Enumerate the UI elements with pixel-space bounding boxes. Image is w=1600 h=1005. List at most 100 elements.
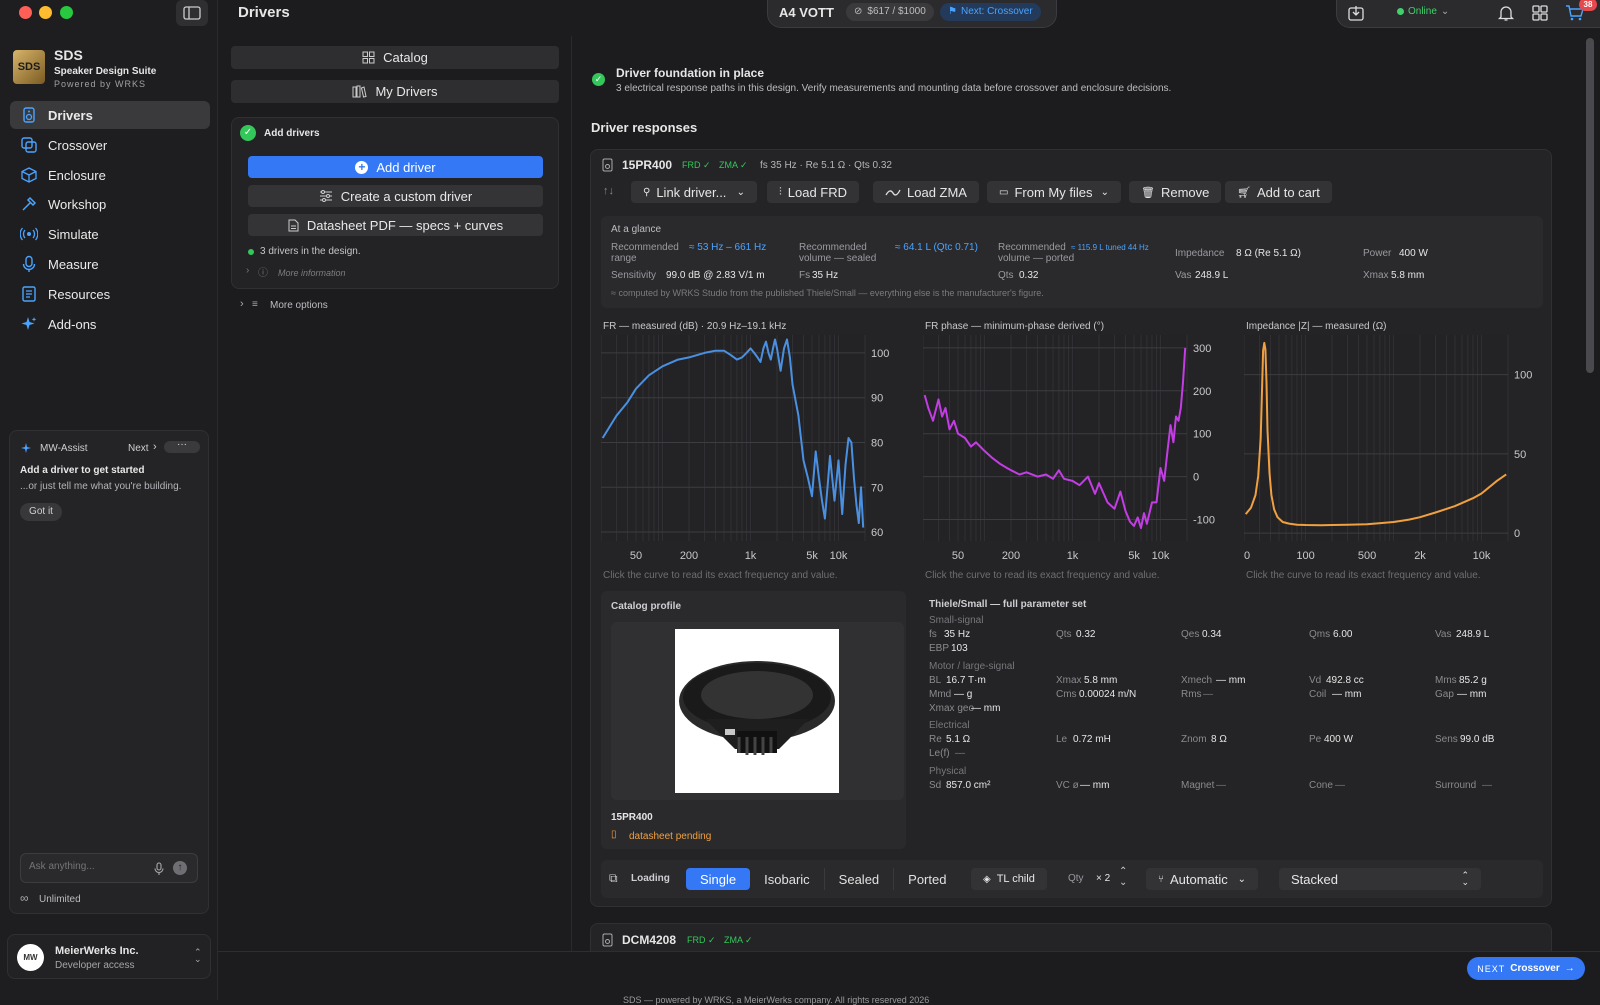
- sidebar-toggle-icon[interactable]: [176, 0, 208, 26]
- assist-more-button[interactable]: ···: [164, 440, 200, 453]
- impedance-label: Impedance: [1175, 248, 1225, 259]
- account-switcher[interactable]: MW MeierWerks Inc. Developer access ⌃ ⌄: [7, 934, 211, 979]
- coin-icon: ⊘: [854, 6, 863, 17]
- assist-title: Add a driver to get started: [20, 465, 145, 476]
- tl-child-label: TL child: [996, 873, 1035, 885]
- list-icon: ≡: [252, 299, 258, 310]
- sidebar-item-enclosure[interactable]: Enclosure: [10, 161, 210, 189]
- sidebar-item-crossover[interactable]: Crossover: [10, 131, 210, 159]
- sidebar-item-label: Add-ons: [48, 316, 97, 332]
- ts-mmd-value: — g: [954, 689, 973, 700]
- loading-sealed[interactable]: Sealed: [825, 868, 895, 890]
- load-frd-button[interactable]: ⫶ Load FRD: [767, 181, 859, 203]
- speaker-icon: [602, 158, 613, 172]
- qty-stepper[interactable]: ⌃ ⌄: [1119, 866, 1127, 888]
- datasheet-pending-link[interactable]: datasheet pending: [629, 831, 711, 842]
- driver-name: 15PR400: [622, 158, 673, 172]
- phase-chart[interactable]: -100 0 100 200 300 50 200 1k 5k 10k: [923, 335, 1229, 567]
- ts-coil-value: — mm: [1332, 689, 1362, 700]
- sidebar-item-resources[interactable]: Resources: [10, 280, 210, 308]
- my-drivers-button[interactable]: My Drivers: [231, 80, 559, 103]
- plan-label: Unlimited: [39, 894, 81, 905]
- add-to-cart-button[interactable]: 🛒︎ Add to cart: [1225, 181, 1332, 203]
- plus-circle-icon: +: [355, 160, 369, 174]
- assist-next-link[interactable]: Next: [128, 443, 149, 454]
- more-options-link[interactable]: More options: [270, 300, 328, 311]
- x-tick-label: 100: [1296, 550, 1314, 562]
- next-crossover-button[interactable]: NEXT Crossover →: [1467, 957, 1585, 980]
- y-tick-label: 50: [1514, 449, 1526, 461]
- catalog-button[interactable]: Catalog: [231, 46, 559, 69]
- infinity-icon: ∞: [20, 891, 29, 905]
- ts-znom-key: Znom: [1181, 734, 1207, 745]
- x-tick-label: 200: [680, 550, 698, 562]
- automatic-dropdown[interactable]: ⑂ Automatic ⌄: [1146, 868, 1258, 890]
- sidebar-item-label: Workshop: [48, 196, 107, 212]
- remove-button[interactable]: 🗑︎ Remove: [1129, 181, 1222, 203]
- send-icon[interactable]: ↑: [173, 861, 187, 875]
- impedance-chart[interactable]: 0 50 100 20 100 500 2k 10k: [1244, 335, 1550, 567]
- from-my-files-dropdown[interactable]: ▭ From My files ⌄: [987, 181, 1121, 203]
- project-pill[interactable]: A4 VOTT ⊘ $617 / $1000 ⚑ Next: Crossover: [767, 0, 1057, 28]
- ts-sd-key: Sd: [929, 780, 942, 791]
- loading-segmented: Single Isobaric Sealed Ported: [686, 868, 960, 890]
- tl-child-button[interactable]: ◈ TL child: [971, 868, 1047, 890]
- download-icon[interactable]: [1347, 4, 1365, 22]
- close-window-button[interactable]: [19, 6, 32, 19]
- y-tick-label: 90: [871, 393, 883, 405]
- reorder-icon[interactable]: ↑↓: [603, 185, 614, 197]
- y-tick-label: 200: [1193, 386, 1211, 398]
- vas-value: 248.9 L: [1195, 270, 1229, 281]
- microphone-icon[interactable]: [153, 862, 165, 876]
- sidebar-item-drivers[interactable]: Drivers: [10, 101, 210, 129]
- load-zma-button[interactable]: Load ZMA: [873, 181, 979, 203]
- phase-chart-hint: Click the curve to read its exact freque…: [925, 570, 1160, 581]
- next-step-chip[interactable]: ⚑ Next: Crossover: [940, 3, 1041, 21]
- sidebar-item-addons[interactable]: Add-ons: [10, 310, 210, 338]
- chevron-updown-icon: ⌃ ⌄: [1461, 870, 1469, 887]
- stacked-select[interactable]: Stacked ⌃ ⌄: [1279, 868, 1481, 890]
- grid-icon[interactable]: [1531, 4, 1549, 22]
- ts-gap-value: — mm: [1457, 689, 1487, 700]
- x-tick-label: 10k: [1473, 550, 1491, 562]
- automatic-label: Automatic: [1170, 871, 1228, 887]
- create-custom-driver-button[interactable]: Create a custom driver: [248, 185, 543, 207]
- frd-badge: FRD ✓: [682, 160, 711, 170]
- fr-chart[interactable]: 60 70 80 90 100 50 200 1k 5k 10k: [601, 335, 907, 567]
- next-target: Crossover: [1510, 963, 1560, 974]
- datasheet-pdf-label: Datasheet PDF — specs + curves: [306, 217, 504, 233]
- status-selector[interactable]: Online ⌄: [1397, 6, 1449, 17]
- datasheet-pdf-button[interactable]: Datasheet PDF — specs + curves: [248, 214, 543, 236]
- assist-input[interactable]: [29, 861, 147, 872]
- ts-section-electrical: Electrical: [929, 720, 970, 731]
- impedance-chart-hint: Click the curve to read its exact freque…: [1246, 570, 1481, 581]
- sidebar-item-simulate[interactable]: Simulate: [10, 220, 210, 248]
- bell-icon[interactable]: [1497, 4, 1515, 22]
- sidebar-item-workshop[interactable]: Workshop: [10, 190, 210, 218]
- loading-ported[interactable]: Ported: [894, 868, 960, 890]
- add-driver-button[interactable]: + Add driver: [248, 156, 543, 178]
- loading-icon: ⧉: [609, 871, 618, 885]
- minimize-window-button[interactable]: [39, 6, 52, 19]
- phase-chart-title: FR phase — minimum-phase derived (°): [925, 321, 1105, 332]
- more-information-link[interactable]: More information: [278, 268, 346, 278]
- got-it-button[interactable]: Got it: [20, 503, 62, 521]
- x-tick-label: 5k: [1128, 550, 1140, 562]
- arrow-right-icon: →: [1564, 963, 1575, 974]
- y-tick-label: 100: [871, 348, 889, 360]
- sidebar-item-measure[interactable]: Measure: [10, 250, 210, 278]
- assist-name: MW-Assist: [40, 443, 88, 454]
- loading-isobaric[interactable]: Isobaric: [750, 868, 825, 890]
- y-tick-label: 0: [1193, 472, 1199, 484]
- ts-ebp-key: EBP: [929, 643, 950, 654]
- fs-label: Fs: [799, 270, 811, 281]
- ts-rms-value: —: [1203, 689, 1213, 700]
- ts-fs-key: fs: [929, 629, 937, 640]
- resources-icon: [22, 286, 36, 302]
- main-scrollbar[interactable]: [1586, 38, 1594, 373]
- link-driver-dropdown[interactable]: ⚲ Link driver... ⌄: [631, 181, 757, 203]
- ts-mms-key: Mms: [1435, 675, 1457, 686]
- loading-single[interactable]: Single: [686, 868, 751, 890]
- sliders-icon: [319, 190, 332, 202]
- zoom-window-button[interactable]: [60, 6, 73, 19]
